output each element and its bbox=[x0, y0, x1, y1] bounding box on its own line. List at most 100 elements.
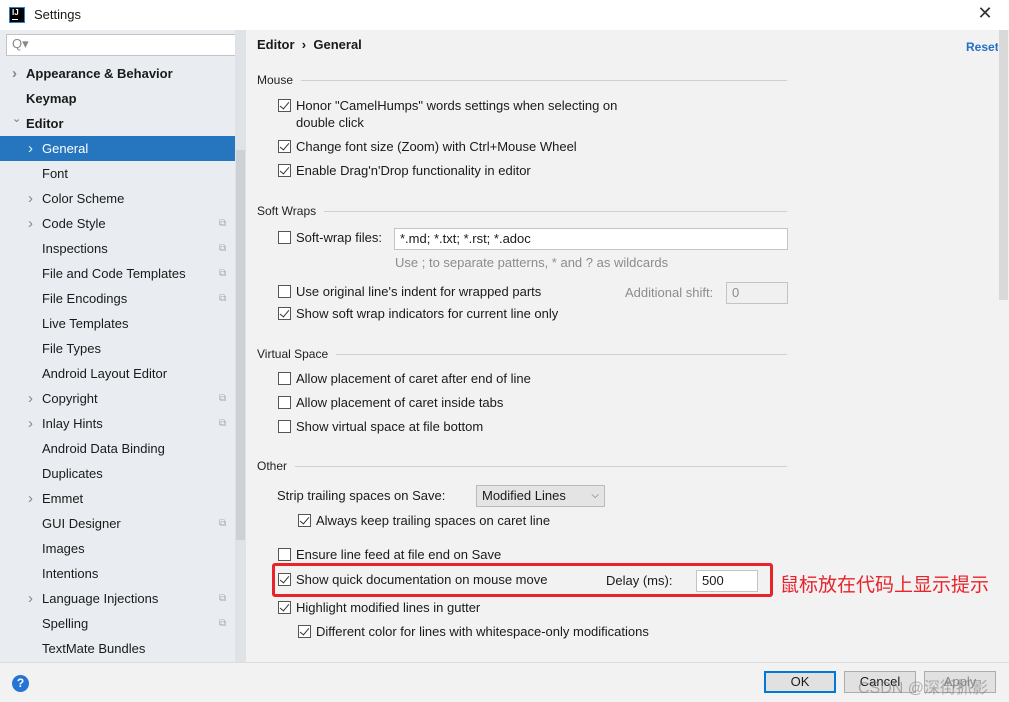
sidebar-item-label: Inspections bbox=[42, 241, 108, 256]
sidebar-item-textmate-bundles[interactable]: TextMate Bundles bbox=[0, 636, 235, 661]
checkbox-label: Use original line's indent for wrapped p… bbox=[296, 284, 542, 299]
checkbox-icon bbox=[278, 548, 291, 561]
sidebar-item-label: Color Scheme bbox=[42, 191, 125, 206]
virtual-space-bottom-checkbox[interactable]: Show virtual space at file bottom bbox=[278, 418, 483, 435]
sidebar-item-label: Spelling bbox=[42, 616, 89, 631]
line-feed-checkbox[interactable]: Ensure line feed at file end on Save bbox=[278, 546, 501, 563]
soft-wrap-files-checkbox[interactable]: Soft-wrap files: bbox=[278, 229, 382, 246]
sidebar-item-duplicates[interactable]: Duplicates bbox=[0, 461, 235, 486]
checkbox-icon bbox=[298, 625, 311, 638]
section-virtual-space: Virtual Space bbox=[257, 347, 787, 361]
chevron-down-icon[interactable]: ⌄ bbox=[12, 107, 21, 132]
sidebar-item-label: Images bbox=[42, 541, 85, 556]
keep-trailing-checkbox[interactable]: Always keep trailing spaces on caret lin… bbox=[298, 512, 550, 529]
whitespace-color-checkbox[interactable]: Different color for lines with whitespac… bbox=[298, 623, 649, 640]
window-title: Settings bbox=[34, 7, 81, 22]
original-indent-checkbox[interactable]: Use original line's indent for wrapped p… bbox=[278, 283, 541, 300]
chevron-right-icon[interactable]: › bbox=[28, 186, 33, 211]
checkbox-icon bbox=[278, 372, 291, 385]
reset-link[interactable]: Reset bbox=[966, 40, 999, 54]
sidebar-item-label: Code Style bbox=[42, 216, 106, 231]
watermark: CSDN @深街抓影 bbox=[858, 680, 989, 697]
highlight-modified-checkbox[interactable]: Highlight modified lines in gutter bbox=[278, 599, 480, 616]
sidebar-item-label: Live Templates bbox=[42, 316, 129, 331]
checkbox-icon bbox=[278, 307, 291, 320]
sidebar-item-label: Copyright bbox=[42, 391, 98, 406]
sidebar-item-android-layout-editor[interactable]: Android Layout Editor bbox=[0, 361, 235, 386]
sidebar-item-spelling[interactable]: Spelling ⧉ bbox=[0, 611, 235, 636]
additional-shift-label: Additional shift: bbox=[625, 285, 714, 300]
sidebar-item-code-style[interactable]: › Code Style ⧉ bbox=[0, 211, 235, 236]
annotation-highlight-box bbox=[272, 563, 773, 597]
sidebar-item-android-data-binding[interactable]: Android Data Binding bbox=[0, 436, 235, 461]
section-other: Other bbox=[257, 459, 787, 473]
soft-wrap-hint: Use ; to separate patterns, * and ? as w… bbox=[395, 255, 669, 270]
soft-wrap-indicators-checkbox[interactable]: Show soft wrap indicators for current li… bbox=[278, 305, 558, 322]
sidebar-item-language-injections[interactable]: › Language Injections ⧉ bbox=[0, 586, 235, 611]
search-input[interactable]: Q▾ bbox=[6, 34, 240, 56]
checkbox-icon bbox=[278, 285, 291, 298]
caret-inside-tabs-checkbox[interactable]: Allow placement of caret inside tabs bbox=[278, 394, 503, 411]
sidebar-item-font[interactable]: Font bbox=[0, 161, 235, 186]
chevron-right-icon[interactable]: › bbox=[28, 386, 33, 411]
breadcrumb-separator: › bbox=[301, 37, 307, 52]
project-scope-icon: ⧉ bbox=[219, 593, 227, 604]
dnd-checkbox[interactable]: Enable Drag'n'Drop functionality in edit… bbox=[278, 162, 531, 179]
sidebar-item-keymap[interactable]: Keymap bbox=[0, 86, 235, 111]
title-bar bbox=[0, 0, 1009, 30]
chevron-right-icon[interactable]: › bbox=[28, 411, 33, 436]
checkbox-label: Different color for lines with whitespac… bbox=[316, 624, 649, 639]
checkbox-label: Highlight modified lines in gutter bbox=[296, 600, 481, 615]
checkbox-icon bbox=[278, 420, 291, 433]
help-button[interactable]: ? bbox=[12, 675, 29, 692]
sidebar-item-images[interactable]: Images bbox=[0, 536, 235, 561]
sidebar-item-editor[interactable]: ⌄ Editor bbox=[0, 111, 235, 136]
sidebar-item-file-and-code-templates[interactable]: File and Code Templates ⧉ bbox=[0, 261, 235, 286]
sidebar-item-copyright[interactable]: › Copyright ⧉ bbox=[0, 386, 235, 411]
sidebar-scrollbar-thumb[interactable] bbox=[236, 150, 245, 540]
project-scope-icon: ⧉ bbox=[219, 293, 227, 304]
sidebar-item-label: Android Data Binding bbox=[42, 441, 165, 456]
checkbox-label: Change font size (Zoom) with Ctrl+Mouse … bbox=[296, 139, 577, 154]
project-scope-icon: ⧉ bbox=[219, 418, 227, 429]
sidebar-item-label: Android Layout Editor bbox=[42, 366, 168, 381]
chevron-right-icon[interactable]: › bbox=[12, 61, 17, 86]
sidebar-item-file-encodings[interactable]: File Encodings ⧉ bbox=[0, 286, 235, 311]
sidebar-item-label: Duplicates bbox=[42, 466, 103, 481]
sidebar-item-live-templates[interactable]: Live Templates bbox=[0, 311, 235, 336]
sidebar-item-gui-designer[interactable]: GUI Designer ⧉ bbox=[0, 511, 235, 536]
annotation-text: 鼠标放在代码上显示提示 bbox=[780, 575, 990, 596]
checkbox-icon bbox=[278, 99, 291, 112]
close-button[interactable]: ✕ bbox=[972, 3, 998, 24]
sidebar-item-appearance-behavior[interactable]: › Appearance & Behavior bbox=[0, 61, 235, 86]
camelhumps-checkbox[interactable]: Honor "CamelHumps" words settings when s… bbox=[278, 97, 617, 131]
chevron-right-icon[interactable]: › bbox=[28, 586, 33, 611]
breadcrumb-general: General bbox=[313, 37, 362, 52]
checkbox-icon bbox=[298, 514, 311, 527]
sidebar-item-inlay-hints[interactable]: › Inlay Hints ⧉ bbox=[0, 411, 235, 436]
checkbox-icon bbox=[278, 140, 291, 153]
caret-after-end-checkbox[interactable]: Allow placement of caret after end of li… bbox=[278, 370, 531, 387]
chevron-right-icon[interactable]: › bbox=[28, 211, 33, 236]
sidebar-item-color-scheme[interactable]: › Color Scheme bbox=[0, 186, 235, 211]
project-scope-icon: ⧉ bbox=[219, 243, 227, 254]
sidebar-item-emmet[interactable]: › Emmet bbox=[0, 486, 235, 511]
sidebar-item-intentions[interactable]: Intentions bbox=[0, 561, 235, 586]
search-icon: Q▾ bbox=[12, 36, 29, 51]
zoom-checkbox[interactable]: Change font size (Zoom) with Ctrl+Mouse … bbox=[278, 138, 577, 155]
ok-button[interactable]: OK bbox=[764, 671, 836, 693]
sidebar-item-label: Font bbox=[42, 166, 69, 181]
checkbox-label: Show soft wrap indicators for current li… bbox=[296, 306, 559, 321]
sidebar-item-inspections[interactable]: Inspections ⧉ bbox=[0, 236, 235, 261]
strip-trailing-select[interactable]: Modified Lines ⌵ bbox=[476, 485, 605, 507]
soft-wrap-files-input[interactable]: *.md; *.txt; *.rst; *.adoc bbox=[394, 228, 788, 250]
chevron-right-icon[interactable]: › bbox=[28, 486, 33, 511]
sidebar-item-general[interactable]: › General bbox=[0, 136, 235, 161]
sidebar-item-file-types[interactable]: File Types bbox=[0, 336, 235, 361]
checkbox-label: Ensure line feed at file end on Save bbox=[296, 547, 502, 562]
checkbox-label: Honor "CamelHumps" words settings when s… bbox=[296, 98, 618, 113]
sidebar-item-label: Keymap bbox=[26, 91, 77, 106]
content-scrollbar-thumb[interactable] bbox=[999, 30, 1008, 300]
checkbox-label: Always keep trailing spaces on caret lin… bbox=[316, 513, 551, 528]
chevron-right-icon[interactable]: › bbox=[28, 136, 33, 161]
